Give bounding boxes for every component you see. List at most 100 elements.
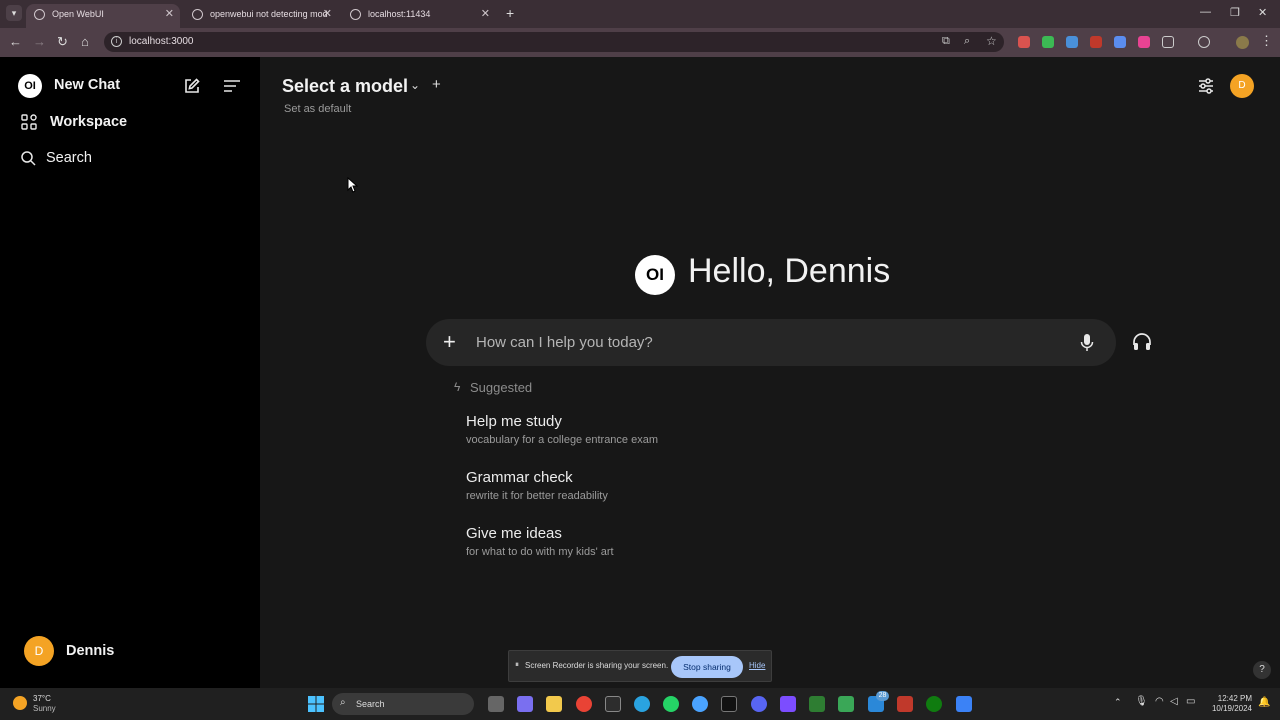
file-explorer-icon[interactable]	[546, 696, 562, 712]
sidebar-item-search[interactable]: Search	[46, 150, 92, 166]
notifications-bell-icon[interactable]: 🔔	[1258, 697, 1270, 708]
home-icon[interactable]: ⌂	[81, 34, 89, 49]
search-icon	[21, 151, 36, 166]
close-tab-icon[interactable]: ✕	[323, 4, 332, 24]
sidebar-menu-icon[interactable]	[223, 79, 241, 93]
main-content: Select a model ⌄ + Set as default D OI H…	[260, 57, 1280, 688]
workspace-icon	[21, 114, 37, 130]
terminal-icon[interactable]	[605, 696, 621, 712]
extensions-puzzle-icon[interactable]	[1162, 36, 1174, 48]
capcut-icon[interactable]	[721, 696, 737, 712]
chat-input[interactable]	[476, 331, 1056, 354]
new-chat-button[interactable]: New Chat	[54, 77, 120, 93]
model-selector[interactable]: Select a model	[282, 76, 408, 97]
notification-badge: 28	[876, 691, 889, 701]
tab-open-webui[interactable]: Open WebUI ✕	[26, 4, 180, 28]
install-app-icon[interactable]: ⧉	[942, 35, 950, 48]
suggestion-subtitle: for what to do with my kids' art	[466, 546, 614, 558]
tab-localhost-11434[interactable]: localhost:11434 ✕	[342, 4, 496, 28]
weather-sun-icon[interactable]	[13, 696, 27, 710]
whatsapp-icon[interactable]	[663, 696, 679, 712]
battery-icon[interactable]: ▭	[1186, 696, 1195, 707]
xbox-icon[interactable]	[926, 696, 942, 712]
taskbar-search[interactable]: ⌕ Search	[332, 693, 474, 715]
hide-share-link[interactable]: Hide	[749, 661, 765, 670]
add-model-icon[interactable]: +	[432, 76, 441, 93]
profile-sync-icon[interactable]	[1198, 36, 1210, 48]
suggested-heading: Suggested	[470, 380, 533, 395]
suggestion-item[interactable]: Give me ideas for what to do with my kid…	[466, 525, 614, 558]
header-user-avatar[interactable]: D	[1230, 74, 1254, 98]
extension-6-icon[interactable]	[1138, 36, 1150, 48]
chrome-icon[interactable]	[576, 696, 592, 712]
greeting-title: Hello, Dennis	[688, 252, 891, 290]
tray-microphone-icon[interactable]: 🎙	[1135, 696, 1148, 707]
help-button[interactable]: ?	[1253, 661, 1271, 679]
reload-icon[interactable]: ↻	[57, 34, 68, 50]
extension-3-icon[interactable]	[1066, 36, 1078, 48]
screen-recorder-icon[interactable]	[956, 696, 972, 712]
controls-sliders-icon[interactable]	[1197, 77, 1215, 95]
compose-icon[interactable]	[183, 77, 201, 95]
attach-plus-icon[interactable]: +	[443, 329, 456, 355]
restore-icon[interactable]: ❐	[1230, 6, 1240, 19]
minimize-icon[interactable]: —	[1200, 6, 1211, 18]
app-red-icon[interactable]	[897, 696, 913, 712]
headphones-icon[interactable]	[1132, 332, 1152, 352]
browser-menu-icon[interactable]: ⋮	[1260, 33, 1273, 49]
extension-2-icon[interactable]	[1042, 36, 1054, 48]
open-webui-logo[interactable]: OI	[18, 74, 42, 98]
windows-start-icon[interactable]	[308, 696, 324, 712]
tab-openwebui-search[interactable]: openwebui not detecting mod ✕	[184, 4, 338, 28]
telegram-icon[interactable]	[634, 696, 650, 712]
volume-icon[interactable]: ◁	[1170, 696, 1178, 707]
taskbar-clock[interactable]: 12:42 PM 10/19/2024	[1206, 694, 1252, 714]
forward-icon[interactable]: →	[33, 34, 46, 49]
sparkle-icon: ϟ	[454, 380, 461, 394]
stop-sharing-button[interactable]: Stop sharing	[671, 656, 743, 678]
chevron-down-icon[interactable]: ⌄	[410, 78, 420, 92]
window-close-icon[interactable]: ✕	[1258, 6, 1267, 19]
discord-icon[interactable]	[751, 696, 767, 712]
new-tab-button[interactable]: +	[506, 5, 514, 21]
user-avatar[interactable]: D	[24, 636, 54, 666]
close-tab-icon[interactable]: ✕	[481, 4, 490, 24]
url-text[interactable]: localhost:3000	[129, 36, 194, 47]
extension-1-icon[interactable]	[1018, 36, 1030, 48]
bookmark-star-icon[interactable]: ☆	[986, 34, 997, 48]
close-tab-icon[interactable]: ✕	[165, 4, 174, 24]
share-message: Screen Recorder is sharing your screen.	[525, 661, 669, 670]
app-chart-icon[interactable]	[809, 696, 825, 712]
app-camera-icon[interactable]	[838, 696, 854, 712]
browser-profile-avatar[interactable]	[1236, 36, 1249, 49]
taskbar-search-icon: ⌕	[340, 697, 346, 708]
tab-title: openwebui not detecting mod	[210, 9, 328, 19]
microphone-icon[interactable]	[1080, 333, 1094, 353]
suggestion-item[interactable]: Help me study vocabulary for a college e…	[466, 413, 658, 446]
back-icon[interactable]: ←	[9, 34, 22, 49]
extension-5-icon[interactable]	[1114, 36, 1126, 48]
weather-temp[interactable]: 37°C	[33, 694, 51, 703]
app-bird-icon[interactable]	[692, 696, 708, 712]
tray-chevron-up-icon[interactable]: ⌃	[1114, 697, 1122, 708]
mouse-cursor-icon	[347, 177, 359, 193]
user-name[interactable]: Dennis	[66, 643, 114, 659]
hero-logo: OI	[635, 255, 675, 295]
tab-search-button[interactable]: ▾	[6, 5, 22, 21]
clock-date: 10/19/2024	[1211, 704, 1252, 713]
zoom-icon[interactable]: ⌕	[964, 35, 970, 48]
screen-share-notice: ⏸ Screen Recorder is sharing your screen…	[508, 650, 772, 682]
sidebar-item-workspace[interactable]: Workspace	[50, 114, 127, 130]
suggestion-subtitle: rewrite it for better readability	[466, 490, 608, 502]
address-bar[interactable]: i localhost:3000 ⧉ ⌕ ☆	[104, 32, 1004, 52]
wifi-icon[interactable]: ◠	[1155, 696, 1164, 707]
tab-title: Open WebUI	[52, 9, 104, 19]
adblock-extension-icon[interactable]	[1090, 36, 1102, 48]
copilot-icon[interactable]	[517, 696, 533, 712]
weather-desc[interactable]: Sunny	[33, 704, 56, 713]
task-view-icon[interactable]	[488, 696, 504, 712]
site-info-icon[interactable]: i	[111, 36, 122, 47]
set-as-default-link[interactable]: Set as default	[284, 103, 351, 115]
app-m-icon[interactable]	[780, 696, 796, 712]
suggestion-item[interactable]: Grammar check rewrite it for better read…	[466, 469, 608, 502]
